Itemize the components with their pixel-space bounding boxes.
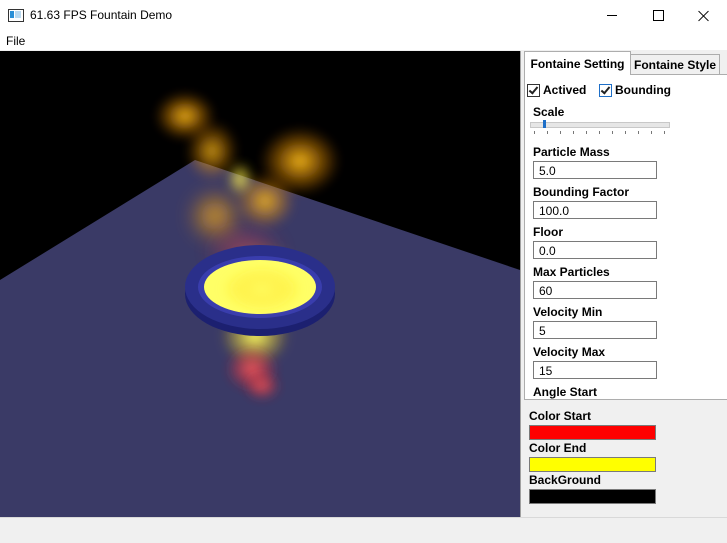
checkbox-checked-icon [599,83,612,97]
close-icon [698,10,710,22]
max-particles-input[interactable]: 60 [533,281,657,299]
slider-tick [625,131,626,134]
particle-mass-label: Particle Mass [533,145,610,159]
slider-tick [599,131,600,134]
fountain-scene [0,51,520,517]
slider-tick [560,131,561,134]
app-icon [8,9,24,22]
close-button[interactable] [681,0,727,31]
angle-start-label: Angle Start [533,385,598,399]
bounding-factor-label: Bounding Factor [533,185,629,199]
tab-fontaine-style[interactable]: Fontaine Style [630,54,720,76]
bounding-factor-input[interactable]: 100.0 [533,201,657,219]
minimize-button[interactable] [589,0,635,31]
scale-label: Scale [533,105,565,119]
settings-panel: Fontaine Setting Fontaine Style Actived … [520,51,727,517]
scale-slider-track[interactable] [530,122,670,128]
floor-input[interactable]: 0.0 [533,241,657,259]
color-start-label: Color Start [529,409,592,423]
slider-tick [651,131,652,134]
actived-checkbox[interactable]: Actived [527,83,586,97]
render-viewport[interactable] [0,51,520,517]
actived-label: Actived [543,83,587,97]
slider-tick [547,131,548,134]
slider-tick [586,131,587,134]
slider-tick [573,131,574,134]
menu-bar: File [0,31,727,50]
tab-fontaine-setting[interactable]: Fontaine Setting [524,51,631,75]
floor-label: Floor [533,225,563,239]
menu-file[interactable]: File [6,34,25,48]
velocity-min-label: Velocity Min [533,305,603,319]
minimize-icon [607,15,617,16]
slider-tick [638,131,639,134]
particle-mass-input[interactable]: 5.0 [533,161,657,179]
slider-tick [612,131,613,134]
color-start-swatch[interactable] [529,425,656,440]
background-color-swatch[interactable] [529,489,656,504]
tab-content: Actived Bounding Scale Particle Mass 5.0… [524,74,727,400]
slider-tick [534,131,535,134]
title-bar[interactable]: 61.63 FPS Fountain Demo [0,0,727,32]
status-bar [0,517,727,543]
background-color-label: BackGround [529,473,602,487]
maximize-icon [652,10,664,21]
velocity-max-label: Velocity Max [533,345,606,359]
maximize-button[interactable] [635,0,681,31]
color-end-label: Color End [529,441,587,455]
max-particles-label: Max Particles [533,265,610,279]
bounding-checkbox[interactable]: Bounding [599,83,671,97]
bounding-label: Bounding [615,83,671,97]
velocity-max-input[interactable]: 15 [533,361,657,379]
ring-glow [222,267,302,311]
velocity-min-input[interactable]: 5 [533,321,657,339]
slider-tick [664,131,665,134]
scale-slider-thumb[interactable] [543,120,546,128]
window-title: 61.63 FPS Fountain Demo [30,8,173,22]
color-end-swatch[interactable] [529,457,656,472]
checkbox-checked-icon [527,83,540,97]
